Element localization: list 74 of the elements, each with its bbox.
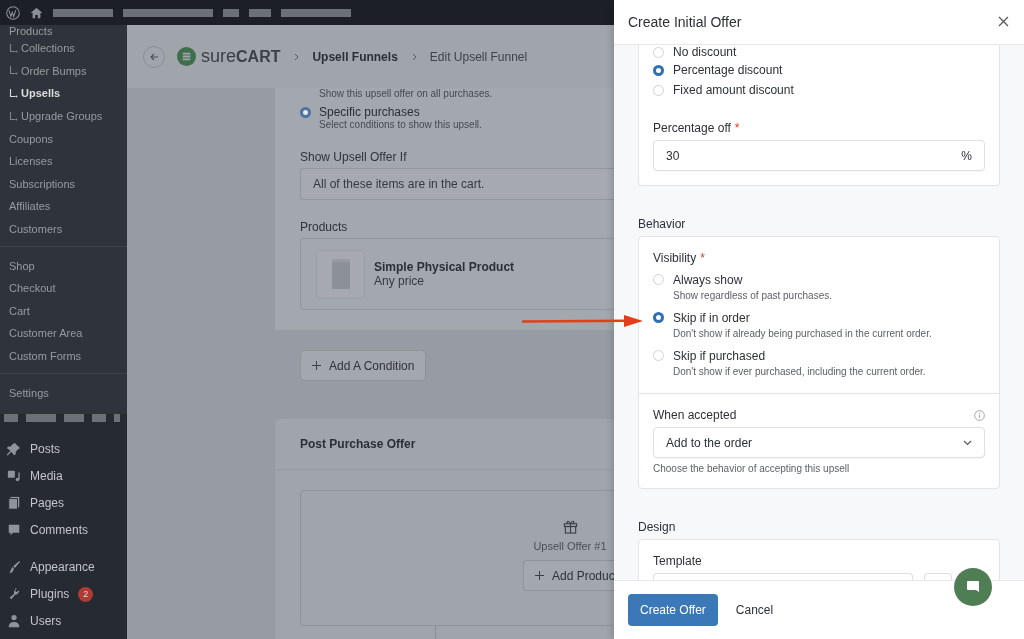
logo-text: sureCART: [201, 46, 281, 67]
sidebar-item[interactable]: Licenses: [0, 149, 127, 173]
sidebar-item[interactable]: Upsells: [0, 82, 127, 105]
item-label: Collections: [21, 42, 75, 55]
sidebar-item[interactable]: Shop: [0, 254, 127, 277]
input-suffix: %: [961, 148, 972, 163]
menu-label: Pages: [30, 496, 65, 511]
product-price: Any price: [374, 274, 426, 288]
percentage-input[interactable]: 30 %: [653, 140, 985, 171]
menu-label: Posts: [30, 442, 60, 457]
panel-title: Create Initial Offer: [628, 14, 742, 30]
sidebar-item[interactable]: Customer Area: [0, 322, 127, 345]
cancel-button[interactable]: Cancel: [733, 599, 776, 621]
field-label: Products: [300, 220, 348, 234]
select-field[interactable]: Add to the order: [653, 427, 985, 458]
sidebar-item[interactable]: Collections: [0, 37, 127, 60]
menu-item[interactable]: Users: [0, 607, 127, 635]
section-heading: Behavior: [638, 217, 687, 231]
select-value: Add to the order: [666, 435, 753, 450]
field-label: When accepted: [653, 408, 737, 422]
field-label: Visibility: [653, 251, 697, 265]
sidebar-item[interactable]: Coupons: [0, 127, 127, 150]
option-description: Don't show if already being purchased in the current order.: [673, 327, 932, 341]
menu-label: Users: [30, 614, 62, 629]
option-label: No discount: [673, 45, 737, 60]
menu-label: Plugins: [30, 587, 70, 602]
section-heading: Design: [638, 520, 677, 534]
item-label: Upgrade Groups: [21, 110, 103, 123]
item-label: Order Bumps: [21, 64, 87, 77]
field-label: Template: [653, 554, 703, 568]
sidebar-item[interactable]: Custom Forms: [0, 344, 127, 368]
option-description: Don't show if ever purchased, including the current order.: [673, 365, 926, 379]
count-badge: 2: [78, 586, 94, 602]
option-description: Show this upsell offer on all purchases.: [319, 88, 493, 99]
offer-label: Upsell Offer #1: [533, 540, 607, 552]
field-label: Show Upsell Offer If: [300, 150, 407, 164]
product-name: Simple Physical Product: [374, 260, 515, 274]
menu-item[interactable]: Posts: [0, 435, 127, 463]
option-label: Always show: [673, 272, 744, 288]
breadcrumb-current: Edit Upsell Funnel: [429, 49, 528, 64]
menu-item[interactable]: Media: [0, 462, 127, 490]
menu-item[interactable]: Appearance: [0, 553, 127, 581]
sidebar-item[interactable]: Order Bumps: [0, 59, 127, 83]
option-label: Fixed amount discount: [673, 83, 794, 97]
select-field[interactable]: All of these items are in the cart.: [300, 168, 614, 200]
sidebar-item[interactable]: Checkout: [0, 276, 127, 300]
sidebar-item[interactable]: Subscriptions: [0, 172, 127, 196]
sidebar-item[interactable]: Affiliates: [0, 195, 127, 218]
option-label: Percentage discount: [673, 63, 783, 77]
create-offer-button[interactable]: Create Offer: [628, 594, 718, 626]
sidebar-item[interactable]: Upgrade Groups: [0, 104, 127, 128]
breadcrumb-link[interactable]: Upsell Funnels: [312, 49, 398, 64]
option-description: Show regardless of past purchases.: [673, 289, 832, 303]
input-value: 30: [666, 148, 680, 163]
menu-label: Appearance: [30, 560, 95, 575]
add-condition-button[interactable]: Add A Condition: [300, 350, 427, 381]
sidebar-item[interactable]: Customers: [0, 217, 127, 241]
option-label: Skip if purchased: [673, 348, 767, 364]
menu-label: Media: [30, 469, 63, 484]
sidebar-item[interactable]: Settings: [0, 381, 127, 404]
option-label: Specific purchases: [319, 105, 421, 119]
sidebar-item[interactable]: Cart: [0, 299, 127, 323]
option-description: Select conditions to show this upsell.: [319, 119, 482, 130]
menu-label: Comments: [30, 523, 88, 538]
field-label: Percentage off: [653, 121, 731, 135]
required-mark: *: [734, 121, 740, 135]
menu-item[interactable]: Comments: [0, 516, 127, 544]
add-product-button[interactable]: Add Produc: [523, 560, 615, 591]
menu-item[interactable]: Pages: [0, 489, 127, 517]
item-label: Upsells: [21, 87, 61, 100]
sidebar-item[interactable]: Products: [0, 25, 127, 37]
menu-item[interactable]: Plugins 2: [0, 580, 127, 608]
required-mark: *: [700, 251, 705, 265]
option-label: Skip if in order: [673, 310, 751, 326]
